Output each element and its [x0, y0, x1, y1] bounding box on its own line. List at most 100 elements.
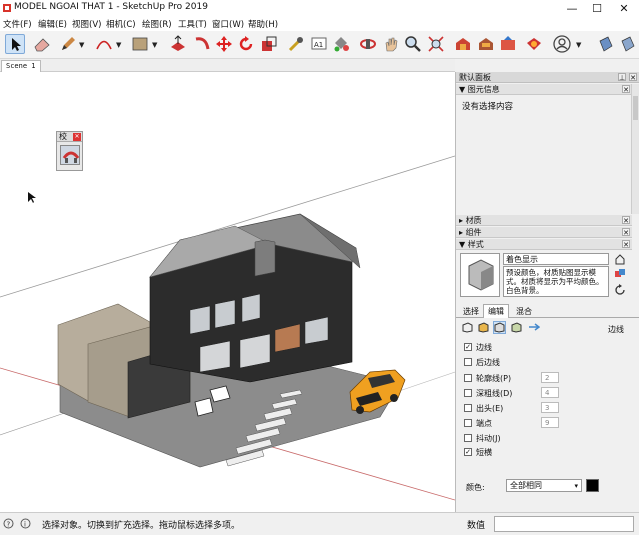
style-tabs: 选择 编辑 混合 [456, 304, 639, 318]
close-icon[interactable]: ✕ [622, 85, 630, 94]
endpoints-value[interactable]: 9 [541, 417, 559, 428]
zoom-extents-button[interactable] [426, 34, 446, 54]
extension-label: 出头(E) [476, 404, 504, 413]
layout-button[interactable] [596, 34, 616, 54]
select-tool-button[interactable] [5, 34, 25, 54]
dimension-button[interactable]: A1 [309, 34, 329, 54]
tray-scrollbar[interactable] [631, 84, 639, 214]
menu-edit[interactable]: 编辑(E) [38, 18, 67, 30]
scale-tool-button[interactable] [259, 34, 279, 54]
hand-icon [385, 37, 398, 52]
menu-window[interactable]: 窗口(W) [212, 18, 244, 30]
menu-help[interactable]: 帮助(H) [248, 18, 278, 30]
pin-icon[interactable]: ⊥ [618, 73, 626, 82]
floating-tool-button[interactable] [60, 145, 80, 165]
menu-file[interactable]: 文件(F) [3, 18, 32, 30]
maximize-button[interactable]: ☐ [585, 0, 609, 17]
endpoints-checkbox[interactable] [464, 419, 472, 427]
measurements-label: 数值 [467, 521, 486, 531]
tab-select[interactable]: 选择 [460, 305, 482, 318]
rotate-tool-button[interactable] [236, 34, 256, 54]
style-name-field[interactable]: 着色显示 [503, 253, 609, 265]
dashes-checkbox[interactable]: ✓ [464, 448, 472, 456]
style-description[interactable]: 预设颜色，材质贴图显示模式。材质将显示为平均颜色。白色背景。 [503, 266, 609, 297]
back-edges-checkbox[interactable] [464, 358, 472, 366]
refresh-button[interactable] [614, 284, 626, 296]
update-style-button[interactable] [614, 268, 626, 280]
depth-cue-value[interactable]: 4 [541, 387, 559, 398]
style-builder-button[interactable] [618, 34, 638, 54]
edge-color-select[interactable]: 全部相同 ▾ [506, 479, 582, 492]
follow-me-button[interactable] [192, 34, 212, 54]
components-header[interactable]: ▸ 组件 ✕ [456, 227, 632, 238]
zoom-button[interactable] [403, 34, 423, 54]
watermark-settings-button[interactable] [511, 322, 522, 333]
close-icon[interactable]: ✕ [622, 240, 630, 249]
dimension-text-icon: A1 [311, 37, 327, 50]
pan-button[interactable] [381, 34, 401, 54]
depth-cue-label: 深粗线(D) [476, 389, 513, 398]
background-settings-icon [494, 322, 505, 333]
floating-toolbar-close-icon[interactable]: ✕ [73, 133, 81, 141]
menu-tools[interactable]: 工具(T) [178, 18, 207, 30]
scrollbar-thumb[interactable] [633, 96, 638, 120]
minimize-button[interactable]: — [560, 0, 584, 17]
share-model-button[interactable] [498, 34, 518, 54]
scene-tab[interactable]: Scene 1 [1, 60, 41, 72]
info-icon[interactable]: i [20, 518, 31, 529]
pencil-tool-button[interactable] [58, 34, 78, 54]
extension-value[interactable]: 3 [541, 402, 559, 413]
chevron-down-icon[interactable]: ▼ [79, 41, 84, 49]
edge-settings-button[interactable] [462, 322, 473, 333]
profiles-value[interactable]: 2 [541, 372, 559, 383]
background-settings-button[interactable] [493, 321, 506, 334]
menu-draw[interactable]: 绘图(R) [142, 18, 172, 30]
extension-manager-button[interactable] [524, 34, 544, 54]
create-style-button[interactable] [614, 253, 626, 265]
orbit-button[interactable] [358, 34, 378, 54]
tab-mix[interactable]: 混合 [513, 305, 535, 318]
rotate-icon [239, 36, 253, 51]
close-icon[interactable]: ✕ [622, 228, 630, 237]
shape-tool-button[interactable] [130, 34, 150, 54]
menu-camera[interactable]: 相机(C) [106, 18, 136, 30]
modeling-settings-icon [529, 323, 541, 331]
arc-tool-button[interactable] [94, 34, 114, 54]
warehouse-button[interactable] [453, 34, 473, 54]
eraser-tool-button[interactable] [32, 34, 52, 54]
close-icon[interactable]: ✕ [629, 73, 637, 82]
tab-edit[interactable]: 编辑 [483, 304, 509, 318]
menu-view[interactable]: 视图(V) [72, 18, 101, 30]
refresh-icon [615, 284, 625, 295]
move-tool-button[interactable] [214, 34, 234, 54]
chimney [254, 239, 276, 277]
measurements-input[interactable] [494, 516, 634, 532]
edge-color-swatch[interactable] [586, 479, 599, 492]
extension-warehouse-button[interactable] [476, 34, 496, 54]
push-pull-button[interactable] [168, 34, 188, 54]
depth-cue-checkbox[interactable] [464, 389, 472, 397]
close-button[interactable]: ✕ [612, 0, 636, 17]
close-icon[interactable]: ✕ [622, 216, 630, 225]
default-tray: 默认面板 ⊥ ✕ ▼ 图元信息 ✕ 没有选择内容 ▸ 材质 ✕ ▸ 组件 ✕ ▼… [455, 72, 639, 512]
chevron-down-icon[interactable]: ▼ [152, 41, 157, 49]
styles-header[interactable]: ▼ 样式 ✕ [456, 239, 632, 250]
sketchup-logo-icon [3, 4, 11, 12]
account-button[interactable] [552, 34, 572, 54]
entity-info-header[interactable]: ▼ 图元信息 ✕ [456, 84, 632, 95]
chevron-down-icon[interactable]: ▼ [576, 41, 581, 49]
help-icon[interactable]: ? [3, 518, 14, 529]
edges-checkbox[interactable]: ✓ [464, 343, 472, 351]
tape-measure-button[interactable] [286, 34, 306, 54]
jitter-checkbox[interactable] [464, 434, 472, 442]
push-pull-icon [171, 35, 185, 51]
face-settings-icon [478, 322, 489, 333]
modeling-settings-button[interactable] [528, 322, 541, 333]
paint-bucket-button[interactable] [331, 34, 351, 54]
materials-header[interactable]: ▸ 材质 ✕ [456, 215, 632, 226]
profiles-checkbox[interactable] [464, 374, 472, 382]
drawing-viewport[interactable]: 校 ✕ [0, 72, 455, 512]
extension-checkbox[interactable] [464, 404, 472, 412]
face-settings-button[interactable] [478, 322, 489, 333]
chevron-down-icon[interactable]: ▼ [116, 41, 121, 49]
